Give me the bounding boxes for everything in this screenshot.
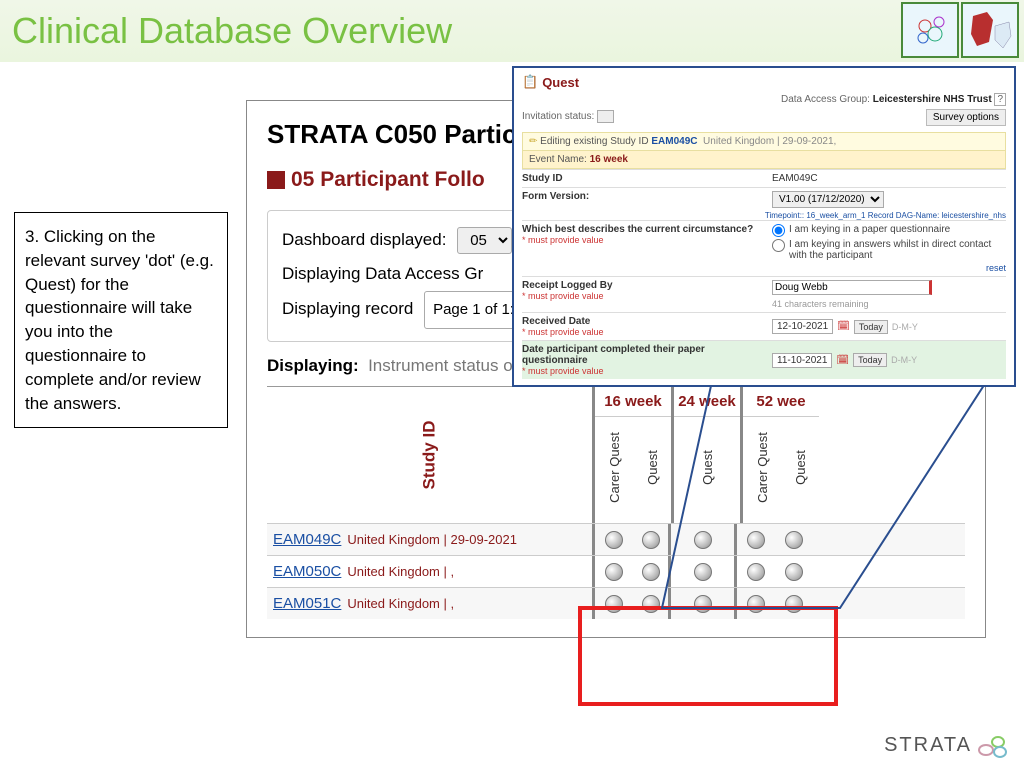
survey-dot[interactable] [642,531,660,549]
survey-options-button[interactable]: Survey options [926,109,1006,126]
col-quest-24: Quest [674,417,740,517]
record-label: Displaying record [282,299,413,318]
map-thumb-2 [961,2,1019,58]
survey-dot[interactable] [694,563,712,581]
completed-date-input[interactable]: 11-10-2021 [772,353,832,368]
mode-instrument: Instrument status only [368,356,534,375]
survey-dot[interactable] [694,531,712,549]
page-title: Clinical Database Overview [12,10,452,52]
map-thumb-1 [901,2,959,58]
study-link[interactable]: EAM050C [273,563,341,580]
survey-dot[interactable] [747,531,765,549]
circumstance-label: Which best describes the current circums… [522,224,772,273]
survey-dot[interactable] [747,563,765,581]
week-24-label: 24 week [674,387,740,417]
completed-label: Date participant completed their paper q… [522,344,772,376]
survey-dot[interactable] [642,563,660,581]
receipt-input[interactable] [772,280,932,295]
form-version-select[interactable]: V1.00 (17/12/2020) [772,191,884,208]
calendar-icon[interactable]: 🗓 [837,321,850,332]
editing-banner: ✏ Editing existing Study ID EAM049C Unit… [522,132,1006,151]
study-link[interactable]: EAM051C [273,595,341,612]
col-quest-52: Quest [781,417,819,517]
table-row: EAM050CUnited Kingdom | , [267,555,965,587]
week-52-label: 52 wee [743,387,819,417]
dashboard-select[interactable]: 05 [457,227,512,254]
survey-dot[interactable] [785,531,803,549]
grid-icon [267,171,285,189]
form-version-label: Form Version: [522,191,772,208]
table-row: EAM049CUnited Kingdom | 29-09-2021 [267,523,965,555]
today-button[interactable]: Today [854,320,888,334]
col-carer-quest-16: Carer Quest [595,417,633,517]
study-id-value: EAM049C [772,173,1006,184]
survey-dot[interactable] [785,595,803,613]
survey-dot[interactable] [605,531,623,549]
invitation-status [597,110,614,123]
calendar-icon[interactable]: 🗓 [836,355,849,366]
table-row: EAM051CUnited Kingdom | , [267,587,965,619]
study-link[interactable]: EAM049C [273,531,341,548]
dashboard-label: Dashboard displayed: [282,230,446,249]
survey-dot[interactable] [747,595,765,613]
quest-popup: 📋Quest Data Access Group: Leicestershire… [512,66,1016,387]
reset-link[interactable]: reset [986,263,1006,273]
instruction-text: 3. Clicking on the relevant survey 'dot'… [14,212,228,428]
col-carer-quest-52: Carer Quest [743,417,781,517]
timepoint-info: Timepoint:: 16_week_arm_1 Record DAG-Nam… [522,211,1006,220]
survey-dot[interactable] [642,595,660,613]
study-id-label: Study ID [522,173,772,184]
survey-dot[interactable] [694,595,712,613]
week-16-label: 16 week [595,387,671,417]
survey-dot[interactable] [785,563,803,581]
status-grid: Study ID 16 week Carer Quest Quest 24 we… [267,386,965,619]
clipboard-icon: 📋 [522,74,538,90]
event-banner: Event Name: 16 week [522,151,1006,169]
logo-icon [976,730,1010,760]
footer-logo: STRATA [884,730,1010,760]
col-quest-16: Quest [633,417,671,517]
receipt-label: Receipt Logged By * must provide value [522,280,772,309]
study-id-header: Study ID [267,387,595,523]
survey-dot[interactable] [605,595,623,613]
survey-dot[interactable] [605,563,623,581]
pencil-icon: ✏ [529,136,537,147]
chars-remaining: 41 characters remaining [772,299,869,309]
circ-radio-direct[interactable]: I am keying in answers whilst in direct … [772,239,1006,261]
received-date-input[interactable]: 12-10-2021 [772,319,833,334]
map-thumbnails [901,2,1019,58]
received-label: Received Date * must provide value [522,316,772,337]
circ-radio-paper[interactable]: I am keying in a paper questionnaire [772,224,950,237]
today-button[interactable]: Today [853,353,887,367]
popup-title: 📋Quest [522,74,1006,90]
